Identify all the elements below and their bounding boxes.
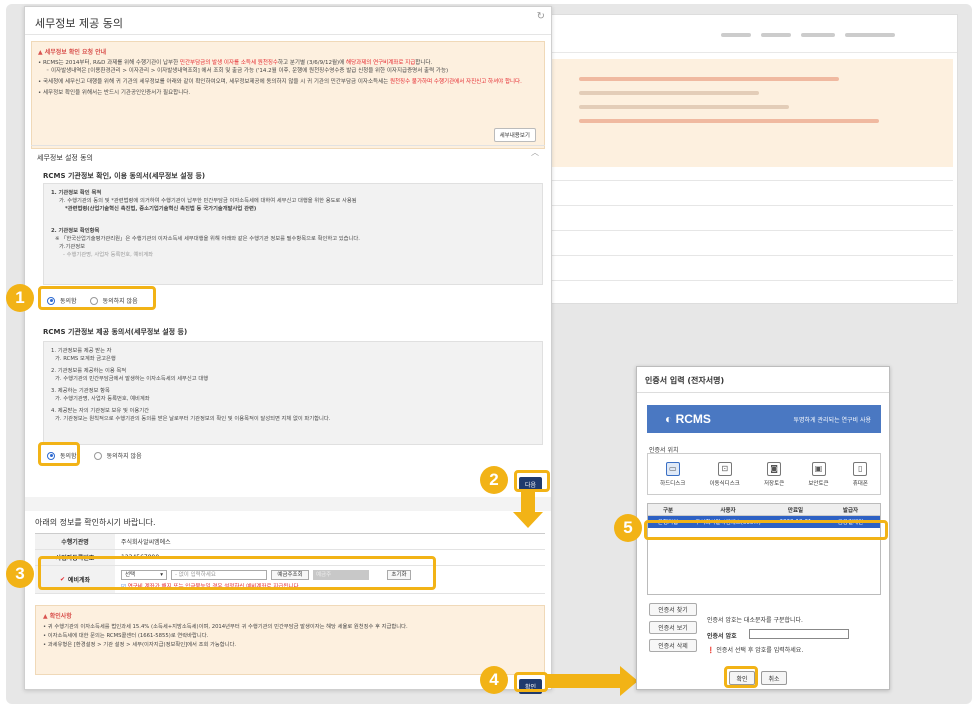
background-notice bbox=[549, 59, 953, 167]
consent2-line: 가. 수행기관의 민간부담금에서 발생하는 이자소득세의 세무신고 대행 bbox=[55, 376, 209, 382]
notice-line-2: ◦ 이자발생내역은 [이용환경관리 > 이자관리 > 이자발생내역조회] 에서 … bbox=[46, 68, 449, 74]
consent2-disagree-radio[interactable] bbox=[93, 451, 102, 460]
consent2-terms-box[interactable]: 1. 기관정보를 제공 받는 자 가. RCMS 모계좌 금고은행 2. 기관정… bbox=[43, 341, 543, 445]
location-security-token[interactable]: ▣ 보안토큰 bbox=[808, 461, 829, 487]
consent1-line: 가.기관정보 bbox=[59, 244, 86, 250]
cert-location-group: ▭ 하드디스크 ⊡ 이동식디스크 ◙ 저장토큰 ▣ 보안토큰 ▯ 휴대폰 bbox=[647, 453, 881, 495]
rcms-banner: ◐ RCMS 투명하게 관리되는 연구비 사용 bbox=[647, 405, 881, 433]
consent2-line: 2. 기관정보를 제공하는 이용 목적 bbox=[51, 368, 127, 374]
location-storage-token[interactable]: ◙ 저장토큰 bbox=[764, 461, 784, 487]
highlight-cert-ok bbox=[724, 666, 758, 688]
background-nav bbox=[541, 15, 957, 53]
step-badge-1: 1 bbox=[6, 284, 34, 312]
consent2-line: 4. 제공받는 자의 기관정보 보유 및 이용기간 bbox=[51, 408, 150, 414]
org-value: 주식회사알씨엠에스 bbox=[121, 539, 171, 546]
cert-list: 구분 사용자 만료일 발급자 은행기업 주식회사알씨엠에스(000...) 2020-12… bbox=[647, 503, 881, 595]
consent1-line: 2. 기관정보 확인항목 bbox=[51, 228, 100, 234]
consent2-line: 가. 기관정보는 원칙적으로 수행기관의 동의를 받은 날로부터 기관정보의 확… bbox=[55, 416, 331, 422]
password-input[interactable] bbox=[749, 629, 849, 639]
highlight-next bbox=[514, 470, 550, 492]
confirm-line-3: • 과세유형은 [환경설정 > 기관 설정 > 세무(이자지급)정보확인]에서 … bbox=[43, 642, 237, 648]
confirm-line-2: • 이자소득세에 대한 문의는 RCMS콜센터 (1661-5855)로 연락바… bbox=[43, 633, 209, 639]
confirm-line-1: • 귀 수행기관의 이자소득세를 법인과세 15.4% (소득세+지방소득세)이… bbox=[43, 624, 408, 630]
location-removable[interactable]: ⊡ 이동식디스크 bbox=[710, 461, 740, 487]
step-badge-5: 5 bbox=[614, 514, 642, 542]
consent1-line: *관련법령(산업기술혁신 촉진법, 중소기업기술혁신 촉진법 등 국가기술개발사… bbox=[65, 206, 257, 212]
banner-slogan: 투명하게 관리되는 연구비 사용 bbox=[793, 417, 871, 424]
highlight-consent2 bbox=[38, 442, 80, 466]
notice-heading: ▲ 세무정보 확인 요청 안내 bbox=[38, 49, 107, 56]
highlight-cert-row bbox=[644, 520, 888, 540]
detail-button[interactable]: 세부내용보기 bbox=[493, 128, 536, 142]
highlight-ok bbox=[514, 672, 548, 692]
confirm-heading: ▲ 확인사항 bbox=[43, 613, 72, 620]
refresh-icon[interactable]: ↻ bbox=[537, 11, 545, 22]
consent1-line: - 수행기관명, 사업자 등록번호, 예비계좌 bbox=[63, 252, 153, 258]
consent2-disagree-label[interactable]: 동의하지 않음 bbox=[107, 451, 142, 460]
consent2-line: 3. 제공하는 기관정보 항목 bbox=[51, 388, 110, 394]
phone-icon: ▯ bbox=[853, 461, 868, 476]
location-harddisk[interactable]: ▭ 하드디스크 bbox=[660, 461, 685, 487]
collapse-icon[interactable]: ︿ bbox=[531, 147, 539, 158]
cert-list-header: 구분 사용자 만료일 발급자 bbox=[648, 504, 880, 516]
warning-icon: ❗ bbox=[707, 647, 715, 654]
security-token-icon: ▣ bbox=[811, 461, 826, 476]
usb-icon: ⊡ bbox=[717, 461, 732, 476]
location-phone[interactable]: ▯ 휴대폰 bbox=[853, 461, 868, 487]
consent1-line: 1. 기관정보 확인 목적 bbox=[51, 190, 102, 196]
tax-notice-box: ▲ 세무정보 확인 요청 안내 • RCMS는 2014부터, R&D 과제를 … bbox=[31, 41, 545, 149]
consent2-line: 1. 기관정보를 제공 받는 자 bbox=[51, 348, 112, 354]
confirm-notice-box: ▲ 확인사항 • 귀 수행기관의 이자소득세를 법인과세 15.4% (소득세+… bbox=[35, 605, 545, 675]
monitor-icon: ▭ bbox=[665, 461, 680, 476]
find-cert-button[interactable]: 인증서 찾기 bbox=[649, 603, 697, 616]
view-cert-button[interactable]: 인증서 보기 bbox=[649, 621, 697, 634]
password-warning: ❗ 인증서 선택 후 암호를 입력하세요. bbox=[707, 647, 804, 654]
password-label: 인증서 암호 bbox=[707, 633, 737, 640]
step-badge-4: 4 bbox=[480, 666, 508, 694]
consent1-line: 가. 수행기관의 동의 및 *관련법령에 의거하여 수행기관이 납부한 민간부담… bbox=[59, 198, 357, 204]
section-divider bbox=[25, 497, 551, 511]
password-hint: 인증서 암호는 대소문자를 구분합니다. bbox=[707, 617, 803, 624]
org-label: 수행기관명 bbox=[35, 534, 115, 549]
consent2-line: 가. RCMS 모계좌 금고은행 bbox=[55, 356, 116, 362]
consent2-line: 가. 수행기관명, 사업자 등록번호, 예비계좌 bbox=[55, 396, 150, 402]
arrow-right-icon bbox=[546, 666, 638, 696]
info-title: 아래의 정보를 확인하시기 바랍니다. bbox=[35, 518, 156, 527]
background-page bbox=[540, 14, 958, 304]
notice-line-3: • 국세청에 세무신고 대행을 위해 귀 기관의 세무정보를 아래와 같이 확인… bbox=[38, 79, 522, 85]
cert-cancel-button[interactable]: 취소 bbox=[761, 671, 787, 685]
cert-dialog-title: 인증서 입력 (전자서명) bbox=[637, 367, 889, 393]
consent2-heading: RCMS 기관정보 제공 동의서(세무정보 설정 등) bbox=[43, 328, 188, 336]
arrow-down-icon bbox=[513, 490, 543, 528]
step-badge-2: 2 bbox=[480, 466, 508, 494]
highlight-consent1 bbox=[38, 286, 156, 310]
consent1-terms-box[interactable]: 1. 기관정보 확인 목적 가. 수행기관의 동의 및 *관련법령에 의거하여 … bbox=[43, 183, 543, 285]
consent1-line: ※ 「한국산업기술평가관리원」은 수행기관의 이자소득세 세무대행을 위해 아래… bbox=[55, 236, 360, 242]
highlight-account bbox=[38, 556, 436, 590]
delete-cert-button[interactable]: 인증서 삭제 bbox=[649, 639, 697, 652]
consent1-heading: RCMS 기관정보 확인, 이용 동의서(세무정보 설정 등) bbox=[43, 172, 206, 180]
notice-line-4: • 세무정보 확인을 위해서는 반드시 기관공인인증서가 필요합니다. bbox=[38, 90, 191, 96]
token-icon: ◙ bbox=[767, 461, 782, 476]
notice-line-1: • RCMS는 2014부터, R&D 과제를 위해 수행기관이 납부한 민간부… bbox=[38, 60, 433, 66]
rcms-logo: ◐ RCMS bbox=[665, 412, 711, 426]
consent-section-title: 세무정보 설정 동의 bbox=[37, 154, 93, 162]
dialog-title: 세무정보 제공 동의 bbox=[25, 7, 551, 35]
step-badge-3: 3 bbox=[6, 560, 34, 588]
